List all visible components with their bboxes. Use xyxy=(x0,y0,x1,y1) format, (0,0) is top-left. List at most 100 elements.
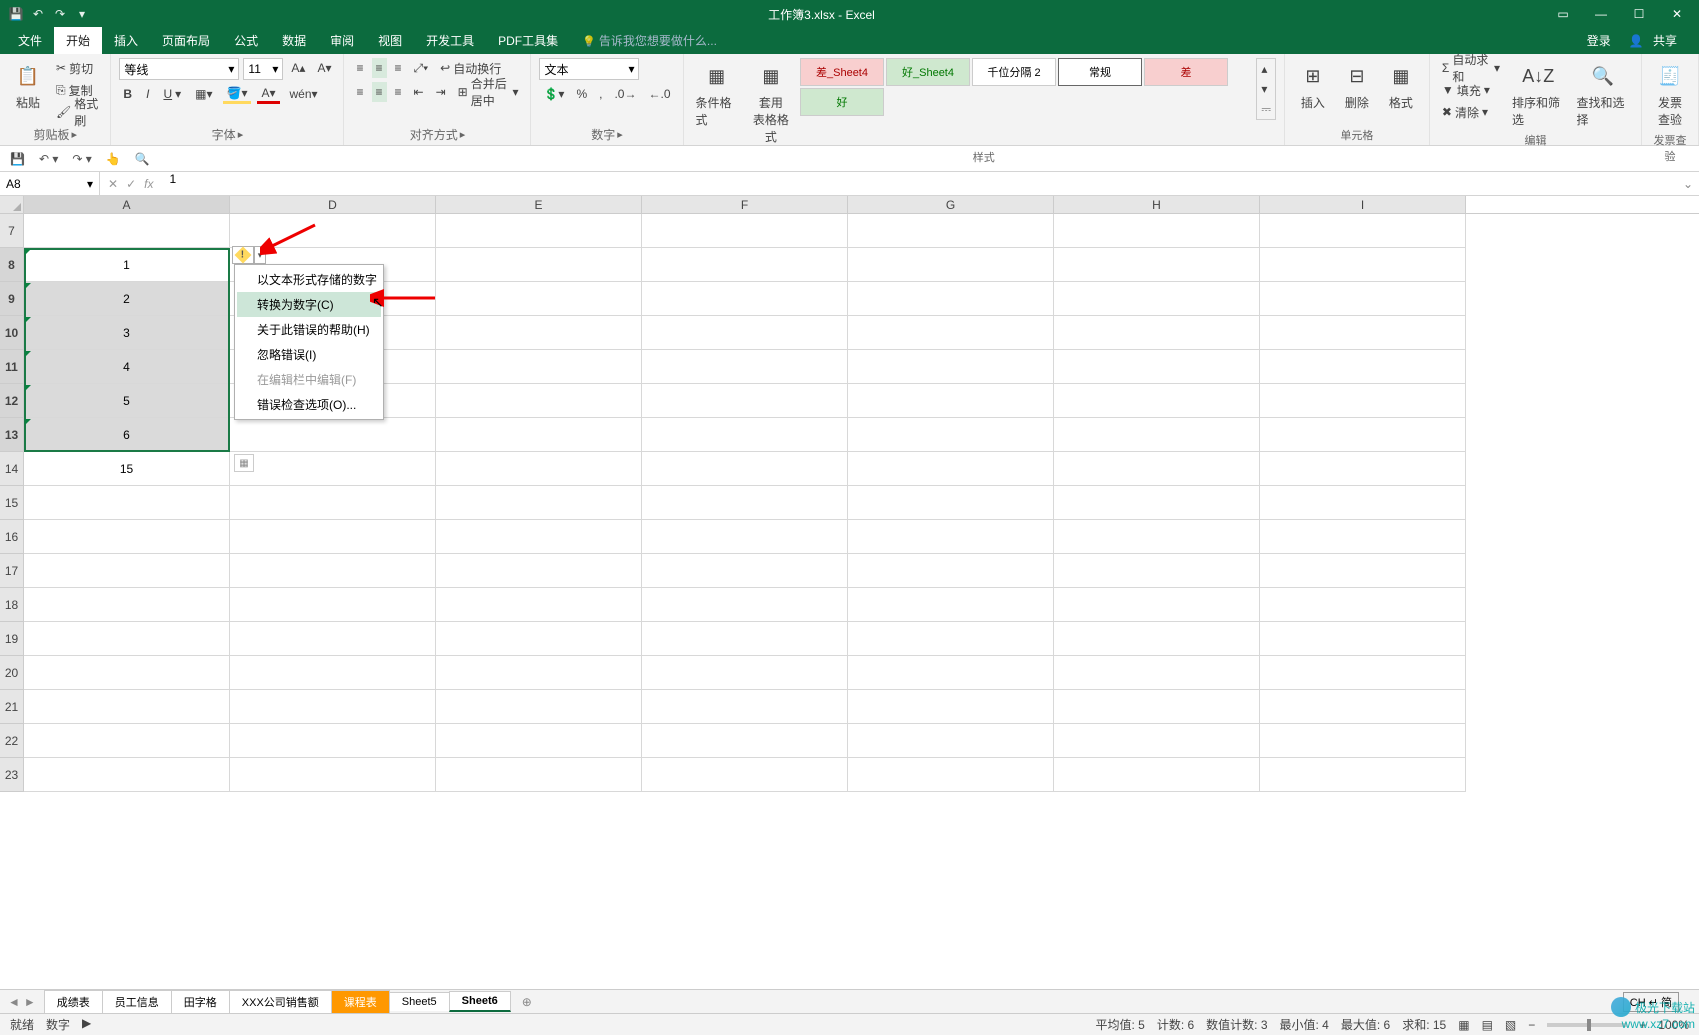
inc-decimal-icon[interactable]: .0→ xyxy=(610,84,640,104)
cell[interactable] xyxy=(1054,690,1260,724)
style-gallery-more[interactable]: ⎓ xyxy=(1257,99,1275,119)
error-smarttag-dropdown[interactable]: ▾ xyxy=(254,246,266,264)
row-header[interactable]: 10 xyxy=(0,316,24,350)
align-left-icon[interactable]: ≡ xyxy=(352,82,367,102)
cell[interactable] xyxy=(24,214,230,248)
cell[interactable] xyxy=(436,758,642,792)
cell[interactable] xyxy=(24,690,230,724)
cell[interactable] xyxy=(24,554,230,588)
style-gallery-up[interactable]: ▴ xyxy=(1257,59,1275,79)
menu-ignore-error[interactable]: 忽略错误(I) xyxy=(237,342,381,367)
cell[interactable] xyxy=(642,758,848,792)
cell[interactable] xyxy=(1054,656,1260,690)
cell[interactable] xyxy=(1260,214,1466,248)
cell[interactable] xyxy=(436,384,642,418)
redo-icon[interactable]: ↷ xyxy=(52,6,68,22)
cell[interactable] xyxy=(642,656,848,690)
row-header[interactable]: 13 xyxy=(0,418,24,452)
find-select-button[interactable]: 🔍查找和选择 xyxy=(1572,58,1633,130)
cell[interactable] xyxy=(642,248,848,282)
autosum-button[interactable]: Σ 自动求和▾ xyxy=(1438,58,1504,78)
tab-insert[interactable]: 插入 xyxy=(102,27,150,54)
merge-center-button[interactable]: ⊞ 合并后居中▾ xyxy=(454,82,523,102)
phonetic-button[interactable]: wén▾ xyxy=(286,84,322,104)
cell[interactable] xyxy=(436,520,642,554)
cell[interactable] xyxy=(230,724,436,758)
cell[interactable] xyxy=(1054,214,1260,248)
view-pagebreak-icon[interactable]: ▧ xyxy=(1505,1018,1516,1032)
delete-cells-button[interactable]: ⊟删除 xyxy=(1337,58,1377,113)
cell[interactable] xyxy=(230,656,436,690)
select-all-button[interactable] xyxy=(0,196,24,213)
error-smarttag-button[interactable] xyxy=(232,246,254,264)
cell[interactable] xyxy=(436,248,642,282)
row-header[interactable]: 14 xyxy=(0,452,24,486)
row-header[interactable]: 9 xyxy=(0,282,24,316)
col-header-i[interactable]: I xyxy=(1260,196,1466,213)
dec-decimal-icon[interactable]: ←.0 xyxy=(644,84,674,104)
increase-font-icon[interactable]: A▴ xyxy=(287,58,309,78)
cell[interactable] xyxy=(642,486,848,520)
paste-button[interactable]: 📋粘贴 xyxy=(8,58,48,113)
cell[interactable] xyxy=(436,350,642,384)
cell[interactable] xyxy=(1260,690,1466,724)
tab-dev[interactable]: 开发工具 xyxy=(414,27,486,54)
cell[interactable] xyxy=(848,418,1054,452)
cell[interactable] xyxy=(436,656,642,690)
row-header[interactable]: 20 xyxy=(0,656,24,690)
redo-icon[interactable]: ↷ ▾ xyxy=(72,152,91,166)
cell[interactable] xyxy=(1054,316,1260,350)
sheet-tab-active[interactable]: Sheet6 xyxy=(449,991,511,1012)
row-header[interactable]: 16 xyxy=(0,520,24,554)
save-icon[interactable]: 💾 xyxy=(10,152,25,166)
menu-text-stored-number[interactable]: 以文本形式存储的数字 xyxy=(237,267,381,292)
cell[interactable] xyxy=(230,690,436,724)
cell[interactable] xyxy=(642,214,848,248)
cell[interactable] xyxy=(24,622,230,656)
cell[interactable] xyxy=(642,588,848,622)
style-bad[interactable]: 差 xyxy=(1144,58,1228,86)
cell[interactable] xyxy=(1054,486,1260,520)
tab-data[interactable]: 数据 xyxy=(270,27,318,54)
fill-color-button[interactable]: 🪣▾ xyxy=(223,84,252,104)
table-format-button[interactable]: ▦套用 表格格式 xyxy=(746,58,796,147)
border-button[interactable]: ▦▾ xyxy=(191,84,216,104)
add-sheet-button[interactable]: ⊕ xyxy=(510,995,544,1009)
cell[interactable] xyxy=(1054,520,1260,554)
tab-formulas[interactable]: 公式 xyxy=(222,27,270,54)
cell[interactable] xyxy=(1260,724,1466,758)
cell[interactable] xyxy=(24,486,230,520)
cell[interactable] xyxy=(230,622,436,656)
format-cells-button[interactable]: ▦格式 xyxy=(1381,58,1421,113)
cell[interactable] xyxy=(1260,282,1466,316)
cell[interactable] xyxy=(642,724,848,758)
cell[interactable] xyxy=(642,350,848,384)
cell[interactable] xyxy=(1054,758,1260,792)
col-header-a[interactable]: A xyxy=(24,196,230,213)
sort-filter-button[interactable]: A↓Z排序和筛选 xyxy=(1508,58,1569,130)
align-top-icon[interactable]: ≡ xyxy=(352,58,367,78)
cell[interactable] xyxy=(848,656,1054,690)
sheet-tab[interactable]: XXX公司销售额 xyxy=(229,990,332,1013)
cell[interactable] xyxy=(848,384,1054,418)
cell[interactable] xyxy=(848,214,1054,248)
indent-inc-icon[interactable]: ⇥ xyxy=(432,82,450,102)
cell[interactable] xyxy=(436,554,642,588)
cell[interactable] xyxy=(1054,350,1260,384)
sheet-tab[interactable]: 员工信息 xyxy=(102,990,172,1013)
sheet-tab[interactable]: 课程表 xyxy=(331,990,390,1013)
currency-icon[interactable]: 💲▾ xyxy=(539,84,568,104)
cell[interactable] xyxy=(1260,554,1466,588)
paste-options-button[interactable]: ▦ xyxy=(234,454,254,472)
cell[interactable] xyxy=(1054,452,1260,486)
row-header[interactable]: 7 xyxy=(0,214,24,248)
cell[interactable] xyxy=(848,350,1054,384)
col-header-f[interactable]: F xyxy=(642,196,848,213)
cell[interactable] xyxy=(1260,350,1466,384)
row-header[interactable]: 15 xyxy=(0,486,24,520)
view-normal-icon[interactable]: ▦ xyxy=(1458,1018,1469,1032)
cell[interactable] xyxy=(436,486,642,520)
cell[interactable] xyxy=(1260,656,1466,690)
cell[interactable] xyxy=(1054,622,1260,656)
undo-icon[interactable]: ↶ xyxy=(30,6,46,22)
